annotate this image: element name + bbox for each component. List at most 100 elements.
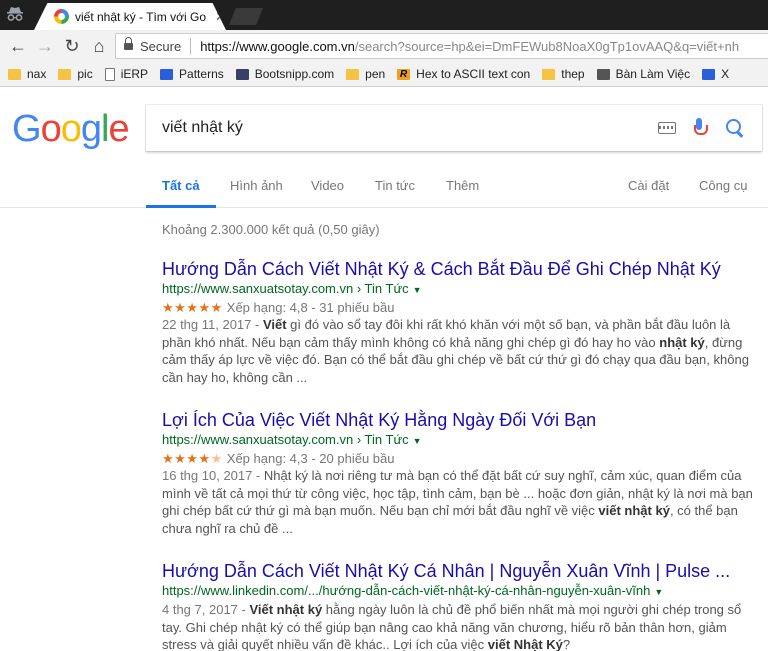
tab-news[interactable]: Tin tức bbox=[375, 178, 415, 208]
result-title-link[interactable]: Hướng Dẫn Cách Viết Nhật Ký Cá Nhân | Ng… bbox=[162, 560, 762, 582]
tab-video[interactable]: Video bbox=[311, 178, 344, 208]
rating-text: Xếp hạng: 4,8 - 31 phiếu bầu bbox=[226, 300, 395, 315]
result-title-link[interactable]: Lợi Ích Của Việc Viết Nhật Ký Hằng Ngày … bbox=[162, 409, 762, 431]
page-icon bbox=[104, 67, 115, 81]
result-rating: ★★★★★ Xếp hạng: 4,8 - 31 phiếu bầu bbox=[162, 299, 762, 316]
google-header: Google viết nhật ký Tất cả Hình ảnh Vide… bbox=[0, 88, 768, 208]
google-favicon-icon bbox=[54, 9, 69, 24]
result-stats: Khoảng 2.300.000 kết quả (0,50 giây) bbox=[162, 222, 380, 237]
result-rating: ★★★★★ Xếp hạng: 4,3 - 20 phiếu bầu bbox=[162, 450, 762, 467]
result-url-text: https://www.sanxuatsotay.com.vn › Tin Tứ… bbox=[162, 281, 409, 296]
logo-letter: o bbox=[60, 108, 82, 150]
bookmark-label: iERP bbox=[120, 67, 149, 81]
logo-letter: l bbox=[100, 108, 110, 150]
result-title-link[interactable]: Hướng Dẫn Cách Viết Nhật Ký & Cách Bắt Đ… bbox=[162, 258, 762, 280]
tab-close-icon[interactable]: ✕ bbox=[215, 9, 226, 25]
result-item: Lợi Ích Của Việc Viết Nhật Ký Hằng Ngày … bbox=[162, 409, 762, 537]
back-icon[interactable]: ← bbox=[6, 34, 30, 58]
search-tabs: Tất cả Hình ảnh Video Tin tức Thêm Cài đ… bbox=[0, 170, 768, 208]
search-input[interactable]: viết nhật ký bbox=[162, 119, 658, 137]
bookmark-label: Hex to ASCII text con bbox=[416, 67, 531, 81]
patterns-icon bbox=[702, 68, 716, 80]
result-url: https://www.sanxuatsotay.com.vn › Tin Tứ… bbox=[162, 280, 762, 299]
bookmark-pic[interactable]: pic bbox=[58, 67, 93, 81]
microphone-icon[interactable] bbox=[694, 118, 708, 138]
logo-letter: G bbox=[12, 108, 42, 150]
logo-letter: g bbox=[80, 108, 102, 150]
bookmark-label: X bbox=[721, 67, 730, 81]
bookmark-patterns[interactable]: Patterns bbox=[160, 67, 224, 81]
rating-text: Xếp hạng: 4,3 - 20 phiếu bầu bbox=[226, 451, 395, 466]
url-scheme: https:// bbox=[200, 38, 240, 54]
bookmark-hex-ascii[interactable]: R Hex to ASCII text con bbox=[397, 67, 530, 81]
bookmark-label: Patterns bbox=[179, 67, 224, 81]
bookmark-ierp[interactable]: iERP bbox=[104, 67, 149, 81]
rating-stars-icon: ★★★★★ bbox=[162, 451, 223, 466]
keyboard-icon[interactable] bbox=[658, 122, 676, 134]
tab-tools[interactable]: Công cụ bbox=[699, 178, 747, 208]
secure-label: Secure bbox=[140, 38, 182, 54]
result-item: Hướng Dẫn Cách Viết Nhật Ký & Cách Bắt Đ… bbox=[162, 258, 762, 386]
forward-icon[interactable]: → bbox=[33, 34, 57, 58]
result-date: 4 thg 7, 2017 - bbox=[162, 602, 250, 617]
dropdown-caret-icon[interactable]: ▼ bbox=[654, 587, 663, 597]
reload-icon[interactable]: ↻ bbox=[60, 34, 84, 58]
tab-settings[interactable]: Cài đặt bbox=[628, 178, 669, 208]
new-tab-button[interactable] bbox=[229, 8, 263, 25]
result-snippet: 22 thg 11, 2017 - Viết gì đó vào sổ tay … bbox=[162, 316, 762, 386]
url-host: www.google.com.vn bbox=[239, 38, 355, 54]
folder-icon bbox=[8, 68, 21, 80]
r-icon: R bbox=[397, 68, 411, 80]
search-box[interactable]: viết nhật ký bbox=[146, 105, 762, 151]
tab-more[interactable]: Thêm bbox=[446, 178, 479, 208]
url-text: https://www.google.com.vn/search?source=… bbox=[200, 39, 739, 54]
result-snippet: 4 thg 7, 2017 - Viết nhật ký hằng ngày l… bbox=[162, 601, 762, 651]
lock-icon bbox=[124, 37, 133, 51]
search-icon[interactable] bbox=[726, 119, 744, 137]
result-date: 16 thg 10, 2017 - bbox=[162, 468, 264, 483]
logo-letter: e bbox=[108, 108, 129, 150]
bookmark-label: Bootsnipp.com bbox=[254, 67, 335, 81]
bookmark-label: pic bbox=[77, 67, 93, 81]
result-url-text: https://www.sanxuatsotay.com.vn › Tin Tứ… bbox=[162, 432, 409, 447]
google-logo[interactable]: Google bbox=[12, 108, 130, 151]
snippet-text: Viết nhật ký hằng ngày luôn là chủ đề ph… bbox=[162, 602, 742, 651]
home-icon[interactable]: ⌂ bbox=[87, 34, 111, 58]
result-snippet: 16 thg 10, 2017 - Nhật ký là nơi riêng t… bbox=[162, 467, 762, 537]
bookmarks-bar: nax pic iERP Patterns Bootsnipp.com pen … bbox=[0, 62, 768, 87]
bootsnipp-icon bbox=[235, 68, 249, 80]
dropdown-caret-icon[interactable]: ▼ bbox=[413, 285, 422, 295]
tab-images[interactable]: Hình ảnh bbox=[230, 178, 283, 208]
bookmark-pen[interactable]: pen bbox=[346, 67, 385, 81]
bookmark-label: nax bbox=[27, 67, 47, 81]
bookmark-x[interactable]: X bbox=[702, 67, 729, 81]
folder-icon bbox=[58, 68, 72, 80]
bookmark-label: thep bbox=[561, 67, 585, 81]
address-bar[interactable]: Secure https://www.google.com.vn/search?… bbox=[115, 33, 768, 59]
patterns-icon bbox=[160, 68, 174, 80]
browser-toolbar: ← → ↻ ⌂ Secure https://www.google.com.vn… bbox=[0, 30, 768, 62]
bookmark-label: pen bbox=[365, 67, 386, 81]
folder-icon bbox=[542, 68, 556, 80]
browser-tab-active[interactable]: viết nhật ký - Tìm với Go ✕ bbox=[34, 3, 226, 30]
result-item: Hướng Dẫn Cách Viết Nhật Ký Cá Nhân | Ng… bbox=[162, 560, 762, 651]
logo-letter: o bbox=[40, 108, 62, 150]
bookmark-nax[interactable]: nax bbox=[8, 67, 46, 81]
dropdown-caret-icon[interactable]: ▼ bbox=[413, 436, 422, 446]
tab-title: viết nhật ký - Tìm với Go bbox=[75, 9, 207, 24]
bookmark-thep[interactable]: thep bbox=[542, 67, 585, 81]
tab-strip: viết nhật ký - Tìm với Go ✕ bbox=[0, 0, 768, 30]
rating-stars-icon: ★★★★★ bbox=[162, 300, 223, 315]
result-url: https://www.sanxuatsotay.com.vn › Tin Tứ… bbox=[162, 431, 762, 450]
result-url-text: https://www.linkedin.com/.../hướng-dẫn-c… bbox=[162, 583, 651, 598]
url-path: /search?source=hp&ei=DmFEWub8NoaX0gTp1ov… bbox=[354, 38, 740, 54]
person-icon bbox=[596, 68, 610, 80]
result-url: https://www.linkedin.com/.../hướng-dẫn-c… bbox=[162, 582, 762, 601]
bookmark-bootsnipp[interactable]: Bootsnipp.com bbox=[235, 67, 335, 81]
bookmark-label: Bàn Làm Việc bbox=[615, 67, 691, 81]
result-date: 22 thg 11, 2017 - bbox=[162, 317, 263, 332]
folder-icon bbox=[346, 68, 360, 80]
bookmark-ban-lam-viec[interactable]: Bàn Làm Việc bbox=[596, 67, 691, 81]
tab-all[interactable]: Tất cả bbox=[146, 178, 216, 208]
address-divider bbox=[190, 38, 192, 54]
